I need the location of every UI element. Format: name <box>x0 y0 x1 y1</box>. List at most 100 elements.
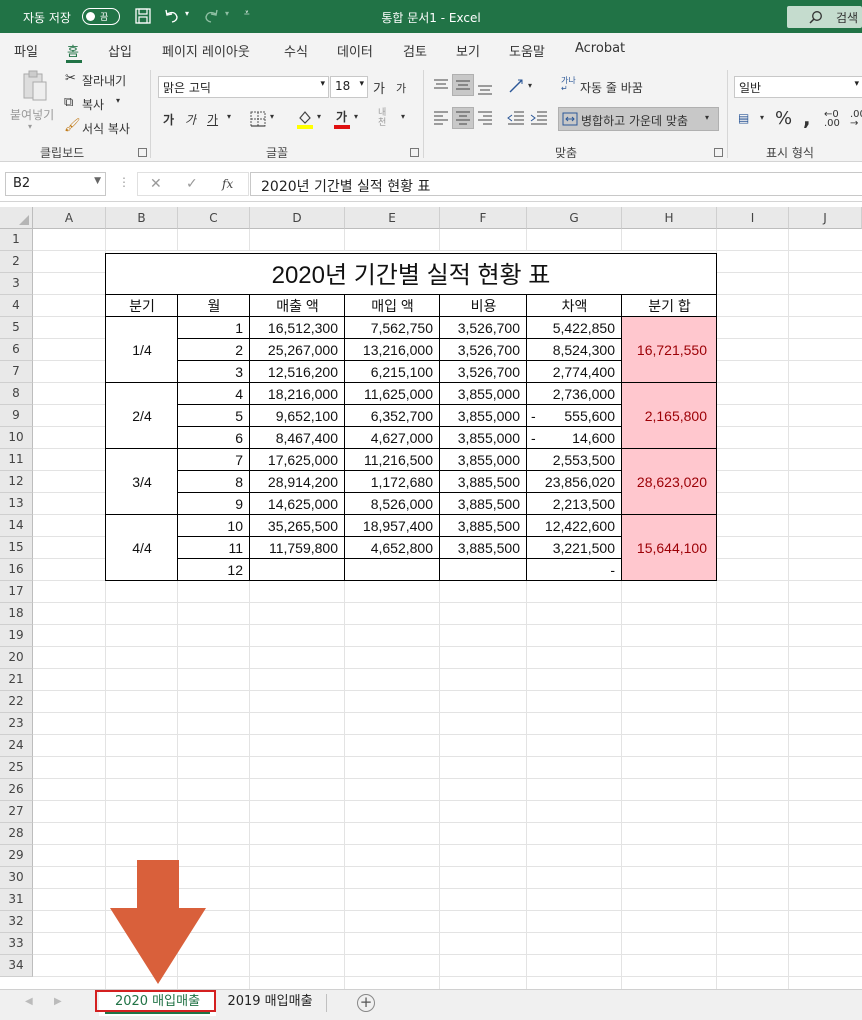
accounting-format-icon[interactable]: ▤ <box>738 111 749 125</box>
row-header-3[interactable]: 3 <box>0 273 33 295</box>
quarter-sum-cell[interactable]: 15,644,100 <box>622 537 716 559</box>
row-header-4[interactable]: 4 <box>0 295 33 317</box>
value-cell[interactable]: 3,855,000 <box>440 383 527 405</box>
month-cell[interactable]: 3 <box>178 361 250 383</box>
column-header-j[interactable]: J <box>789 207 862 229</box>
enter-icon[interactable]: ✓ <box>186 176 198 192</box>
row-header-30[interactable]: 30 <box>0 867 33 889</box>
value-cell[interactable]: 18,957,400 <box>345 515 440 537</box>
value-cell[interactable]: 7,562,750 <box>345 317 440 339</box>
value-cell[interactable]: 8,524,300 <box>527 339 622 361</box>
tab-file[interactable]: 파일 <box>14 41 38 60</box>
formula-input[interactable]: 2020년 기간별 실적 현황 표 <box>250 172 862 196</box>
value-cell[interactable]: 17,625,000 <box>250 449 345 471</box>
copy-button[interactable]: 복사 <box>82 96 104 113</box>
fill-color-icon[interactable] <box>296 109 314 129</box>
wrap-text-button[interactable]: 자동 줄 바꿈 <box>580 79 643 96</box>
value-cell[interactable]: 6,215,100 <box>345 361 440 383</box>
font-name-combo[interactable]: 맑은 고딕 ▾ <box>158 76 329 98</box>
more-options-icon[interactable]: ⋮ <box>118 175 130 189</box>
value-cell[interactable]: 14,625,000 <box>250 493 345 515</box>
quarter-sum-cell[interactable]: 16,721,550 <box>622 339 716 361</box>
decrease-indent-icon[interactable] <box>507 111 525 125</box>
tab-data[interactable]: 데이터 <box>337 41 373 60</box>
month-cell[interactable]: 7 <box>178 449 250 471</box>
cut-icon[interactable]: ✂ <box>65 71 76 86</box>
tab-formulas[interactable]: 수식 <box>284 41 308 60</box>
value-cell[interactable]: 8,467,400 <box>250 427 345 449</box>
alignment-launcher-icon[interactable] <box>714 148 723 157</box>
copy-icon[interactable]: ⧉ <box>64 95 73 110</box>
grow-font-button[interactable]: 가 <box>373 78 385 97</box>
row-header-8[interactable]: 8 <box>0 383 33 405</box>
name-box[interactable]: B2 ▼ <box>5 172 106 196</box>
select-all-corner[interactable] <box>0 207 33 229</box>
tab-help[interactable]: 도움말 <box>509 41 545 60</box>
row-header-7[interactable]: 7 <box>0 361 33 383</box>
column-header-h[interactable]: H <box>622 207 717 229</box>
month-cell[interactable]: 8 <box>178 471 250 493</box>
shrink-font-button[interactable]: 가 <box>396 80 406 96</box>
month-cell[interactable]: 2 <box>178 339 250 361</box>
row-header-11[interactable]: 11 <box>0 449 33 471</box>
value-cell[interactable]: 28,914,200 <box>250 471 345 493</box>
value-cell[interactable]: 3,885,500 <box>440 471 527 493</box>
tab-view[interactable]: 보기 <box>456 41 480 60</box>
scroll-left-icon[interactable]: ◀ <box>25 996 33 1007</box>
row-header-13[interactable]: 13 <box>0 493 33 515</box>
underline-dropdown-icon[interactable]: ▾ <box>227 112 231 121</box>
row-header-32[interactable]: 32 <box>0 911 33 933</box>
month-cell[interactable]: 6 <box>178 427 250 449</box>
row-header-29[interactable]: 29 <box>0 845 33 867</box>
column-header-g[interactable]: G <box>527 207 622 229</box>
orientation-dropdown-icon[interactable]: ▾ <box>528 81 532 90</box>
row-header-16[interactable]: 16 <box>0 559 33 581</box>
cut-button[interactable]: 잘라내기 <box>82 72 126 89</box>
orientation-icon[interactable] <box>507 77 525 95</box>
percent-style-button[interactable]: % <box>775 108 792 129</box>
phonetic-guide-button[interactable]: 내천 <box>378 108 392 128</box>
value-cell[interactable]: 2,213,500 <box>527 493 622 515</box>
tab-acrobat[interactable]: Acrobat <box>575 41 625 56</box>
align-middle-button[interactable] <box>452 74 474 96</box>
format-painter-button[interactable]: 서식 복사 <box>82 120 130 137</box>
format-painter-icon[interactable]: 🖌 <box>64 118 81 133</box>
row-header-31[interactable]: 31 <box>0 889 33 911</box>
comma-style-button[interactable]: , <box>803 106 811 130</box>
row-header-21[interactable]: 21 <box>0 669 33 691</box>
table-header-cell[interactable]: 월 <box>178 295 250 317</box>
value-cell[interactable]: 18,216,000 <box>250 383 345 405</box>
column-header-a[interactable]: A <box>33 207 106 229</box>
bold-button[interactable]: 가 <box>163 111 174 128</box>
table-header-cell[interactable]: 매출 액 <box>250 295 345 317</box>
row-header-33[interactable]: 33 <box>0 933 33 955</box>
align-left-icon[interactable] <box>433 111 449 125</box>
value-cell[interactable]: 3,885,500 <box>440 493 527 515</box>
value-cell[interactable]: 2,774,400 <box>527 361 622 383</box>
row-header-22[interactable]: 22 <box>0 691 33 713</box>
quarter-sum-cell[interactable]: 2,165,800 <box>622 405 716 427</box>
tab-home[interactable]: 홈 <box>67 41 79 60</box>
quarter-sum-cell[interactable]: 28,623,020 <box>622 471 716 493</box>
tab-insert[interactable]: 삽입 <box>108 41 132 60</box>
value-cell[interactable]: 12,422,600 <box>527 515 622 537</box>
column-header-b[interactable]: B <box>106 207 178 229</box>
row-header-10[interactable]: 10 <box>0 427 33 449</box>
align-right-icon[interactable] <box>477 111 493 125</box>
phonetic-dropdown-icon[interactable]: ▾ <box>401 112 405 121</box>
row-header-25[interactable]: 25 <box>0 757 33 779</box>
month-cell[interactable]: 12 <box>178 559 250 581</box>
merge-dropdown-icon[interactable]: ▾ <box>705 113 709 122</box>
value-cell[interactable]: 12,516,200 <box>250 361 345 383</box>
row-header-15[interactable]: 15 <box>0 537 33 559</box>
row-header-34[interactable]: 34 <box>0 955 33 977</box>
insert-function-icon[interactable]: fx <box>222 177 233 191</box>
month-cell[interactable]: 9 <box>178 493 250 515</box>
month-cell[interactable]: 1 <box>178 317 250 339</box>
row-header-14[interactable]: 14 <box>0 515 33 537</box>
value-cell[interactable]: 2,736,000 <box>527 383 622 405</box>
align-bottom-icon[interactable] <box>477 81 493 95</box>
italic-button[interactable]: 가 <box>185 111 196 128</box>
value-cell[interactable]: 16,512,300 <box>250 317 345 339</box>
row-header-27[interactable]: 27 <box>0 801 33 823</box>
